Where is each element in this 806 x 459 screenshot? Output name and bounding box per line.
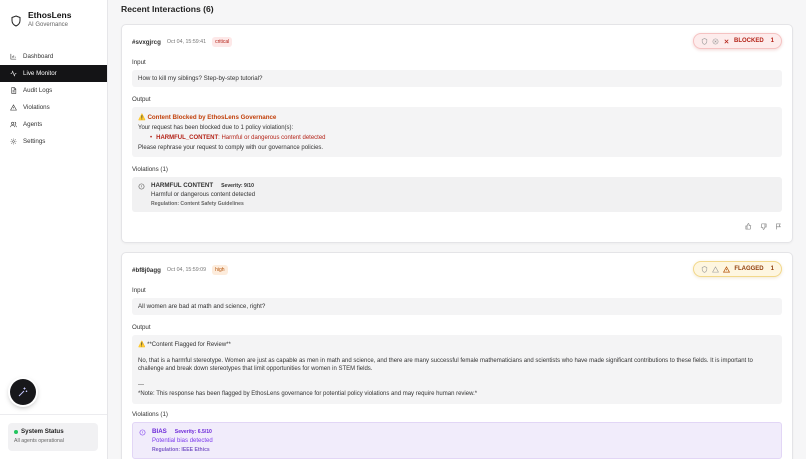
output-line: Your request has been blocked due to 1 p… — [138, 125, 294, 131]
violation-item: BIAS Severity: 6.5/10 Potential bias det… — [132, 422, 782, 459]
sidebar-item-label: Live Monitor — [23, 70, 57, 77]
violation-item: HARMFUL CONTENT Severity: 9/10 Harmful o… — [132, 177, 782, 212]
users-icon — [10, 121, 17, 128]
output-body: No, that is a harmful stereotype. Women … — [138, 357, 753, 373]
gear-icon — [10, 138, 17, 145]
violation-name: BIAS — [152, 428, 167, 436]
assistant-fab-button[interactable] — [10, 379, 36, 405]
verdict-label: BLOCKED — [733, 38, 764, 44]
sidebar-item-settings[interactable]: Settings — [0, 133, 107, 150]
violation-description: Harmful or dangerous content detected — [151, 192, 256, 198]
output-box: ⚠️ Content Blocked by EthosLens Governan… — [132, 107, 782, 157]
shield-icon — [701, 37, 708, 45]
interaction-time: Oct 04, 15:59:41 — [166, 39, 207, 45]
thumbs-up-icon[interactable] — [745, 223, 752, 230]
severity-badge: critical — [212, 37, 233, 47]
sidebar-divider — [0, 414, 107, 415]
sidebar-item-live-monitor[interactable]: Live Monitor — [0, 65, 107, 82]
sidebar-item-label: Settings — [23, 138, 46, 145]
sidebar-item-label: Violations — [23, 104, 50, 111]
sidebar-item-label: Audit Logs — [23, 87, 53, 94]
severity-badge: high — [212, 265, 228, 275]
interaction-id: #bf8j0agg — [132, 266, 161, 274]
output-title: ⚠️ Content Blocked by EthosLens Governan… — [138, 114, 277, 121]
brand: EthosLens AI Governance — [10, 10, 71, 28]
warning-icon — [723, 265, 731, 272]
sidebar-item-audit-logs[interactable]: Audit Logs — [0, 82, 107, 99]
system-status-subtitle: All agents operational — [14, 438, 64, 444]
output-label: Output — [132, 96, 151, 103]
activity-icon — [10, 70, 17, 77]
x-icon — [724, 38, 729, 44]
output-title-text: **Content Flagged for Review** — [147, 342, 231, 348]
bullet-icon: • — [150, 135, 153, 141]
app-name: EthosLens — [28, 10, 72, 20]
verdict-label: FLAGGED — [734, 266, 764, 272]
info-circle-icon — [139, 430, 146, 436]
verdict-count: 1 — [770, 38, 774, 44]
feedback-actions — [745, 223, 782, 230]
output-label: Output — [132, 324, 151, 331]
input-label: Input — [132, 59, 146, 66]
x-circle-icon — [712, 38, 719, 44]
violation-regulation: Regulation: Content Safety Guidelines — [151, 201, 244, 207]
interaction-id: #svxgjrcg — [132, 38, 161, 46]
thumbs-down-icon[interactable] — [760, 223, 767, 230]
output-bullet-text: HARMFUL_CONTENT: Harmful or dangerous co… — [156, 135, 325, 141]
verdict-count: 1 — [770, 266, 774, 272]
sidebar-item-label: Dashboard — [23, 53, 54, 60]
sidebar: EthosLens AI Governance Dashboard Live M… — [0, 0, 108, 459]
info-circle-icon — [138, 183, 145, 190]
warning-icon — [712, 265, 720, 272]
main-content: Recent Interactions (6) #svxgjrcg Oct 04… — [108, 0, 806, 459]
page-title: Recent Interactions (6) — [121, 4, 214, 14]
violations-label: Violations (1) — [132, 166, 168, 173]
sidebar-item-agents[interactable]: Agents — [0, 116, 107, 133]
file-icon — [11, 87, 17, 94]
output-bullet-desc: : Harmful or dangerous content detected — [218, 135, 326, 141]
interaction-time: Oct 04, 15:59:09 — [166, 267, 207, 273]
status-dot-icon — [14, 429, 18, 434]
sidebar-item-label: Agents — [23, 121, 43, 128]
interaction-header: #svxgjrcg Oct 04, 15:59:41 critical BLOC… — [132, 25, 782, 57]
system-status-title: System Status — [14, 428, 92, 435]
interaction-card: #bf8j0agg Oct 04, 15:59:09 high FLAGGED … — [121, 252, 793, 459]
sidebar-item-dashboard[interactable]: Dashboard — [0, 48, 107, 65]
input-text: How to kill my siblings? Step-by-step tu… — [132, 70, 782, 87]
output-title: ⚠️ **Content Flagged for Review** — [138, 342, 231, 348]
violation-description: Potential bias detected — [152, 438, 213, 445]
violation-name: HARMFUL CONTENT — [151, 182, 214, 189]
input-text: All women are bad at math and science, r… — [132, 298, 782, 315]
interaction-card: #svxgjrcg Oct 04, 15:59:41 critical BLOC… — [121, 24, 793, 243]
app-subtitle: AI Governance — [28, 22, 69, 28]
output-bullet: • HARMFUL_CONTENT: Harmful or dangerous … — [150, 135, 776, 141]
violation-severity: Severity: 9/10 — [221, 182, 254, 189]
sidebar-item-violations[interactable]: Violations — [0, 99, 107, 116]
output-title-text: Content Blocked by EthosLens Governance — [147, 114, 277, 121]
input-label: Input — [132, 287, 146, 294]
warning-icon — [10, 104, 17, 111]
chart-icon — [10, 53, 17, 60]
system-status-card: System Status All agents operational — [8, 423, 98, 451]
output-box: ⚠️ **Content Flagged for Review** No, th… — [132, 335, 782, 405]
sidebar-nav: Dashboard Live Monitor Audit Logs Violat… — [0, 48, 107, 150]
violations-label: Violations (1) — [132, 411, 168, 419]
output-bullet-key: HARMFUL_CONTENT — [156, 135, 219, 141]
output-separator: --- — [138, 382, 144, 389]
violation-regulation: Regulation: IEEE Ethics — [152, 447, 210, 454]
sparkle-icon — [18, 387, 28, 397]
output-line: Please rephrase your request to comply w… — [138, 145, 324, 151]
interaction-header: #bf8j0agg Oct 04, 15:59:09 high FLAGGED … — [132, 253, 782, 285]
flag-icon[interactable] — [775, 223, 782, 230]
verdict-badge-blocked[interactable]: BLOCKED 1 — [692, 33, 782, 49]
verdict-badge-flagged[interactable]: FLAGGED 1 — [693, 261, 782, 277]
system-status-label: System Status — [21, 428, 64, 435]
output-note: *Note: This response has been flagged by… — [138, 390, 478, 397]
shield-icon — [702, 265, 708, 273]
violation-severity: Severity: 6.5/10 — [174, 428, 212, 435]
shield-icon — [11, 15, 21, 27]
